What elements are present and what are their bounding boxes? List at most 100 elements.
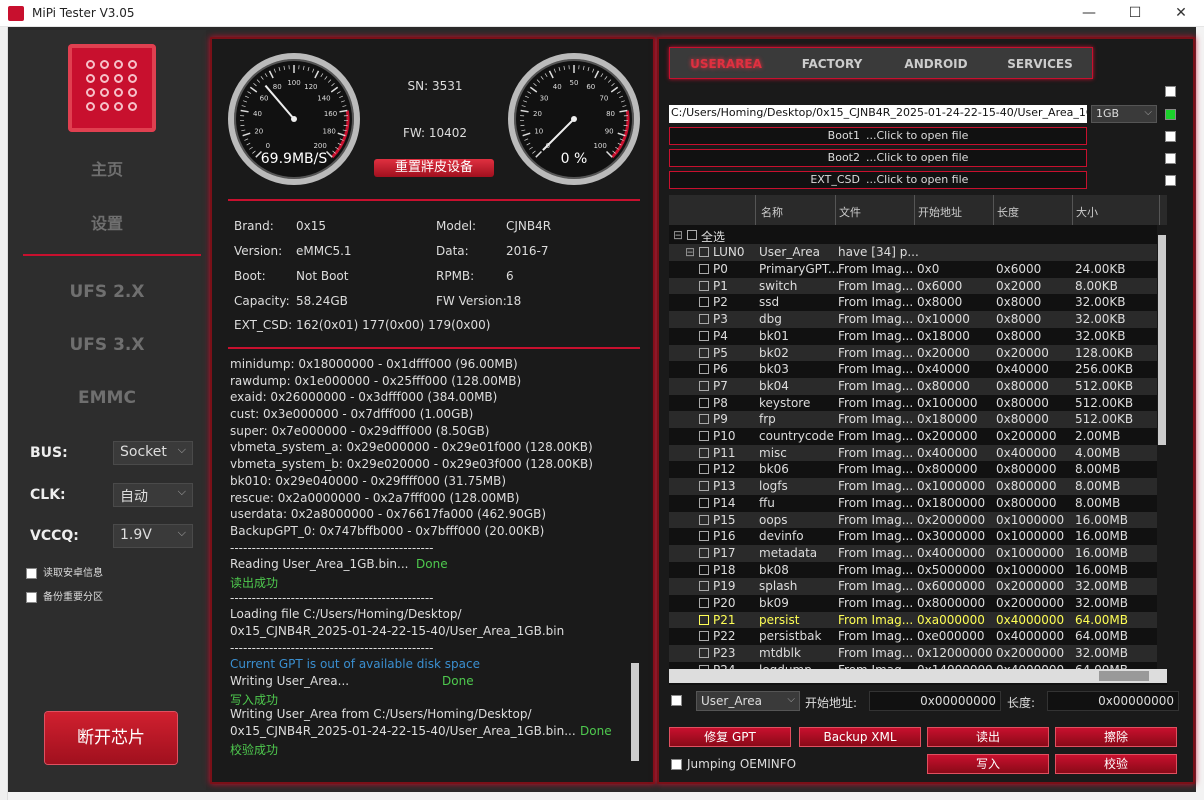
partition-checkbox[interactable]	[699, 364, 709, 375]
partition-checkbox[interactable]	[699, 347, 709, 358]
nav-settings[interactable]: 设置	[8, 210, 206, 234]
userarea-enabled-checkbox[interactable]	[1165, 109, 1176, 120]
tab-services[interactable]: SERVICES	[988, 48, 1092, 80]
extcsd-file-button[interactable]: EXT_CSD ...Click to open file	[669, 171, 1087, 189]
tab-android[interactable]: ANDROID	[884, 48, 988, 80]
erase-button[interactable]: 擦除	[1055, 727, 1177, 747]
length-input[interactable]: 0x00000000	[1047, 691, 1179, 711]
tab-userarea[interactable]: USERAREA	[674, 48, 778, 80]
partition-checkbox[interactable]	[699, 431, 709, 441]
disconnect-chip-button[interactable]: 断开芯片	[45, 712, 177, 764]
jumping-oeminfo-checkbox[interactable]	[671, 759, 682, 770]
partition-row[interactable]: P8 keystore From Imag... 0x100000 0x80000 512…	[669, 395, 1167, 412]
clk-select[interactable]: 自动 ⌵	[113, 483, 193, 507]
read-android-info-checkbox[interactable]	[26, 567, 37, 579]
tree-vertical-scrollbar[interactable]	[1157, 225, 1167, 669]
vccq-select[interactable]: 1.9V ⌵	[113, 524, 193, 548]
partition-checkbox[interactable]	[699, 314, 709, 325]
partition-row[interactable]: P9 frp From Imag... 0x180000 0x80000 512.00KB	[669, 411, 1167, 428]
boot2-checkbox[interactable]	[1165, 153, 1176, 164]
reset-device-button[interactable]: 重置牂皮设备	[374, 159, 494, 177]
partition-row[interactable]: P1 switch From Imag... 0x6000 0x2000 8.00KB	[669, 277, 1167, 295]
minimize-button[interactable]: —	[1066, 0, 1112, 27]
partition-checkbox[interactable]	[699, 447, 709, 458]
nav-ufs2[interactable]: UFS 2.X	[8, 282, 206, 302]
partition-checkbox[interactable]	[699, 297, 709, 308]
backup-xml-button[interactable]: Backup XML	[799, 727, 921, 747]
area-select[interactable]: User_Area ⌵	[696, 691, 800, 711]
area-checkbox[interactable]	[671, 695, 682, 706]
partition-row[interactable]: P14 ffu From Imag... 0x1800000 0x800000 8.00M…	[669, 495, 1167, 512]
partition-checkbox[interactable]	[699, 614, 709, 625]
partition-row[interactable]: P20 bk09 From Imag... 0x8000000 0x2000000 32.…	[669, 595, 1167, 612]
collapse-icon[interactable]: ⊟	[685, 245, 695, 259]
select-all-checkbox[interactable]	[687, 230, 697, 240]
start-address-input[interactable]: 0x00000000	[869, 691, 1001, 711]
partition-row[interactable]: P23 mtdblk From Imag... 0x12000000 0x2000000…	[669, 645, 1167, 662]
partition-checkbox[interactable]	[699, 414, 709, 425]
tab-factory[interactable]: FACTORY	[780, 48, 884, 80]
partition-row[interactable]: P0 PrimaryGPT... From Imag... 0x0 0x6000 24.0…	[669, 261, 1167, 278]
col-size[interactable]: 大小	[1076, 204, 1098, 220]
partition-checkbox[interactable]	[699, 598, 709, 608]
partition-checkbox[interactable]	[699, 514, 709, 525]
verify-button[interactable]: 校验	[1055, 754, 1177, 774]
partition-checkbox[interactable]	[699, 564, 709, 575]
partition-row[interactable]: P15 oops From Imag... 0x2000000 0x1000000 16.…	[669, 511, 1167, 529]
partition-row[interactable]: P5 bk02 From Imag... 0x20000 0x20000 128.00KB	[669, 344, 1167, 362]
col-file[interactable]: 文件	[839, 204, 861, 220]
partition-checkbox[interactable]	[699, 531, 709, 542]
partition-row[interactable]: P3 dbg From Imag... 0x10000 0x8000 32.00KB	[669, 311, 1167, 328]
boot1-checkbox[interactable]	[1165, 131, 1176, 142]
nav-emmc[interactable]: EMMC	[8, 388, 206, 408]
partition-row[interactable]: P12 bk06 From Imag... 0x800000 0x800000 8.00M…	[669, 461, 1167, 478]
read-button[interactable]: 读出	[927, 727, 1049, 747]
col-name[interactable]: 名称	[761, 204, 783, 220]
partition-row[interactable]: P19 splash From Imag... 0x6000000 0x2000000 3…	[669, 578, 1167, 595]
partition-checkbox[interactable]	[699, 397, 709, 408]
partition-checkbox[interactable]	[699, 380, 709, 391]
select-all-row[interactable]: ⊟ 全选	[669, 227, 1167, 244]
nav-ufs3[interactable]: UFS 3.X	[8, 335, 206, 355]
partition-row[interactable]: P4 bk01 From Imag... 0x18000 0x8000 32.00KB	[669, 328, 1167, 345]
repair-gpt-button[interactable]: 修复 GPT	[669, 727, 791, 747]
write-button[interactable]: 写入	[927, 754, 1049, 774]
partition-row[interactable]: P16 devinfo From Imag... 0x3000000 0x1000000…	[669, 528, 1167, 545]
partition-checkbox[interactable]	[699, 581, 709, 592]
partition-row[interactable]: P10 countrycode From Imag... 0x200000 0x2000…	[669, 428, 1167, 445]
partition-checkbox[interactable]	[699, 631, 709, 642]
partition-row[interactable]: P13 logfs From Imag... 0x1000000 0x800000 8.0…	[669, 478, 1167, 495]
partition-checkbox[interactable]	[699, 547, 709, 558]
boot2-file-button[interactable]: Boot2 ...Click to open file	[669, 149, 1087, 167]
backup-partitions-checkbox[interactable]	[26, 591, 37, 603]
partition-checkbox[interactable]	[699, 464, 709, 475]
read-android-info-row[interactable]: 读取安卓信息	[26, 564, 103, 579]
partition-row[interactable]: P2 ssd From Imag... 0x8000 0x8000 32.00KB	[669, 294, 1167, 311]
partition-checkbox[interactable]	[699, 497, 709, 508]
option-checkbox[interactable]	[1165, 86, 1176, 97]
partition-row[interactable]: P21 persist From Imag... 0xa000000 0x4000000…	[669, 611, 1167, 629]
nav-home[interactable]: 主页	[8, 156, 206, 180]
partition-row[interactable]: P11 misc From Imag... 0x400000 0x400000 4.00M…	[669, 444, 1167, 462]
partition-checkbox[interactable]	[699, 264, 709, 274]
col-length[interactable]: 长度	[997, 204, 1019, 220]
collapse-icon[interactable]: ⊟	[673, 228, 683, 242]
lun-row[interactable]: ⊟ LUN0 User_Area have [34] p...	[669, 244, 1167, 261]
partition-checkbox[interactable]	[699, 648, 709, 659]
backup-partitions-row[interactable]: 备份重要分区	[26, 588, 103, 603]
maximize-button[interactable]: ☐	[1112, 0, 1158, 27]
tree-horizontal-scrollbar[interactable]	[669, 669, 1167, 683]
partition-row[interactable]: P18 bk08 From Imag... 0x5000000 0x1000000 16.…	[669, 562, 1167, 579]
bus-select[interactable]: Socket ⌵	[113, 441, 193, 465]
partition-row[interactable]: P6 bk03 From Imag... 0x40000 0x40000 256.00KB	[669, 361, 1167, 378]
partition-checkbox[interactable]	[699, 330, 709, 341]
partition-checkbox[interactable]	[699, 481, 709, 492]
log-scrollbar[interactable]	[631, 663, 639, 761]
partition-row[interactable]: P7 bk04 From Imag... 0x80000 0x80000 512.00KB	[669, 377, 1167, 395]
extcsd-checkbox[interactable]	[1165, 175, 1176, 186]
partition-row[interactable]: P22 persistbak From Imag... 0xe000000 0x4000…	[669, 628, 1167, 645]
boot1-file-button[interactable]: Boot1 ...Click to open file	[669, 127, 1087, 145]
userarea-path-input[interactable]: C:/Users/Homing/Desktop/0x15_CJNB4R_2025…	[669, 105, 1087, 123]
size-select[interactable]: 1GB ⌵	[1091, 105, 1157, 123]
partition-row[interactable]: P17 metadata From Imag... 0x4000000 0x100000…	[669, 544, 1167, 562]
